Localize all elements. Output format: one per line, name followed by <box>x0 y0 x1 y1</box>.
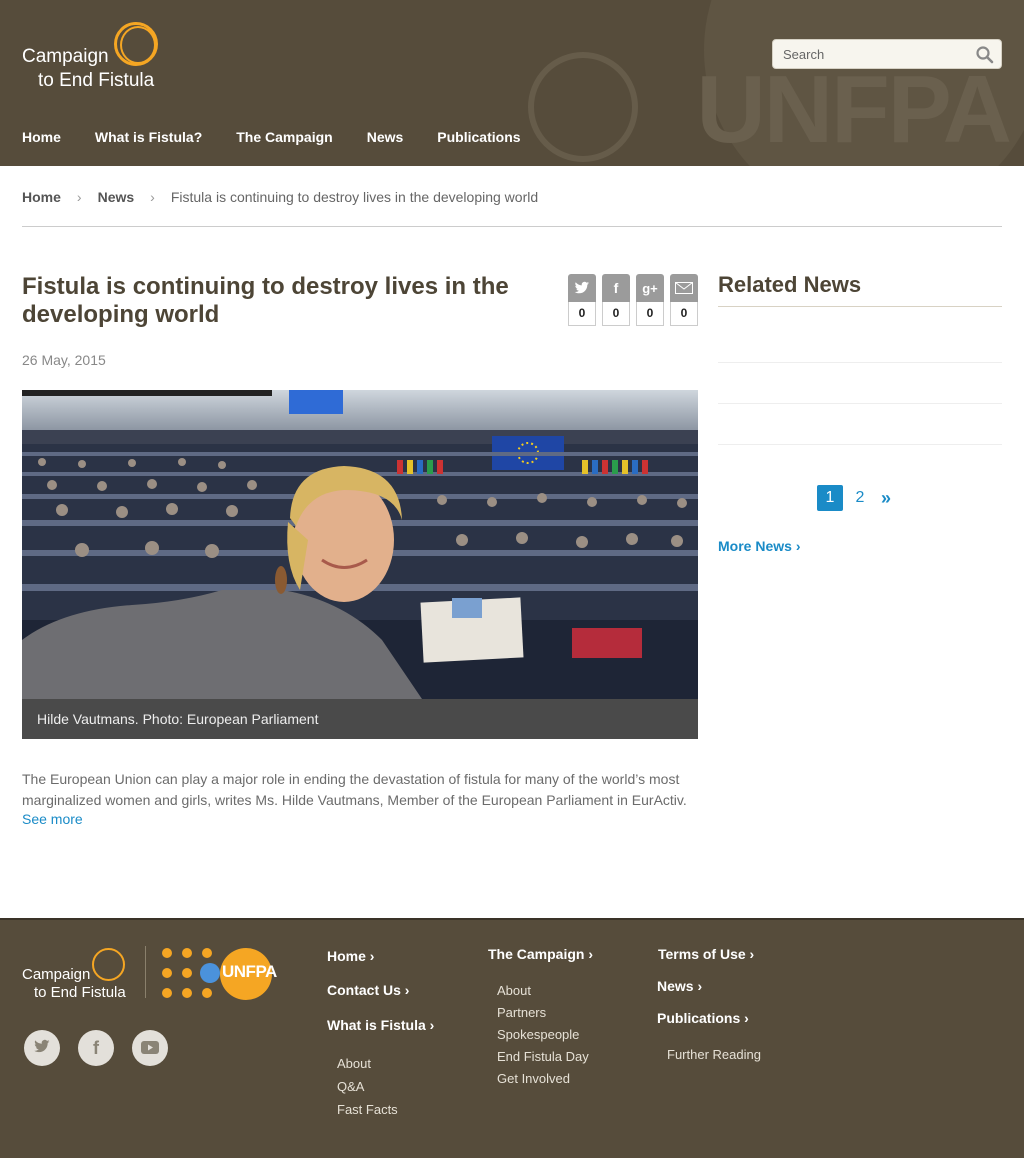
logo-ring-inner <box>120 26 156 64</box>
footer-logo[interactable]: Campaign to End Fistula <box>22 948 132 1003</box>
chevron-right-icon: › <box>150 189 155 205</box>
share-count: 0 <box>636 302 664 326</box>
search-icon[interactable] <box>975 45 995 65</box>
logo-dot <box>182 968 192 978</box>
chevron-right-icon: › <box>76 189 82 205</box>
footer-link-the-campaign[interactable]: The Campaign › <box>488 946 593 962</box>
facebook-icon: f <box>93 1037 99 1058</box>
breadcrumb-current: Fistula is continuing to destroy lives i… <box>170 189 539 205</box>
footer-link-news[interactable]: News › <box>657 978 702 994</box>
un-globe-icon <box>200 963 220 983</box>
un-emblem-decoration <box>528 52 638 162</box>
facebook-icon: f <box>602 274 630 302</box>
related-item-divider <box>718 444 1002 445</box>
divider <box>22 226 1002 227</box>
related-news-title: Related News <box>718 272 862 297</box>
nav-the-campaign[interactable]: The Campaign <box>236 129 332 145</box>
share-google-plus[interactable]: g+ 0 <box>636 274 664 326</box>
share-count: 0 <box>602 302 630 326</box>
footer-sub-fast-facts[interactable]: Fast Facts <box>337 1102 398 1117</box>
unfpa-text: UNFPA <box>222 962 277 981</box>
nav-news[interactable]: News <box>367 129 404 145</box>
footer-facebook[interactable]: f <box>78 1030 114 1066</box>
unfpa-logo[interactable]: UNFPA <box>162 946 277 1000</box>
footer-link-home[interactable]: Home › <box>327 948 374 964</box>
twitter-icon <box>568 274 596 302</box>
footer-logo-line2: to End Fistula <box>34 984 126 1001</box>
page-1[interactable]: 1 <box>817 485 843 511</box>
footer-sub-further-reading[interactable]: Further Reading <box>667 1047 761 1062</box>
logo-ring <box>92 948 125 981</box>
breadcrumb: Home › News › Fistula is continuing to d… <box>22 189 538 205</box>
nav-what-is-fistula[interactable]: What is Fistula? <box>95 129 202 145</box>
logo-dot <box>162 988 172 998</box>
footer-sub-spokespeople[interactable]: Spokespeople <box>497 1027 579 1042</box>
article-date: 26 May, 2015 <box>22 352 106 368</box>
search-box <box>772 39 1002 69</box>
footer-link-publications[interactable]: Publications › <box>657 1010 749 1026</box>
chevron-right-icon: › <box>795 538 801 554</box>
site-logo[interactable]: Campaign to End Fistula <box>22 22 182 92</box>
logo-dot <box>162 968 172 978</box>
more-news-label: More News <box>718 538 792 554</box>
divider <box>718 306 1002 307</box>
article-photo <box>22 390 698 699</box>
footer-link-what-is-fistula[interactable]: What is Fistula › <box>327 1017 434 1033</box>
related-item-divider <box>718 403 1002 404</box>
footer-logo-line1: Campaign <box>22 966 91 983</box>
footer-sub-get-involved[interactable]: Get Involved <box>497 1071 570 1086</box>
footer-link-terms[interactable]: Terms of Use › <box>658 946 754 962</box>
header-unfpa-watermark: UNFPA <box>696 56 1012 163</box>
share-twitter[interactable]: 0 <box>568 274 596 326</box>
site-header: UNFPA Campaign to End Fistula Home What … <box>0 0 1024 166</box>
nav-home[interactable]: Home <box>22 129 61 145</box>
footer-sub-about[interactable]: About <box>337 1056 371 1071</box>
logo-dot <box>162 948 172 958</box>
see-more-link[interactable]: See more <box>22 811 83 827</box>
footer-youtube[interactable] <box>132 1030 168 1066</box>
share-facebook[interactable]: f 0 <box>602 274 630 326</box>
photo-caption: Hilde Vautmans. Photo: European Parliame… <box>22 699 698 739</box>
footer-link-contact[interactable]: Contact Us › <box>327 982 409 998</box>
footer-sub-partners[interactable]: Partners <box>497 1005 546 1020</box>
related-item-divider <box>718 362 1002 363</box>
email-icon <box>670 274 698 302</box>
more-news-link[interactable]: More News › <box>718 538 800 554</box>
footer-twitter[interactable] <box>24 1030 60 1066</box>
site-footer: Campaign to End Fistula UNFPA f Home › C… <box>0 918 1024 1158</box>
twitter-icon <box>33 1038 51 1059</box>
logo-dot <box>202 988 212 998</box>
main-nav: Home What is Fistula? The Campaign News … <box>22 129 555 145</box>
logo-dot <box>202 948 212 958</box>
google-plus-icon: g+ <box>636 274 664 302</box>
logo-divider <box>145 946 146 998</box>
logo-line1: Campaign <box>22 46 109 67</box>
youtube-icon <box>141 1038 159 1059</box>
next-page-icon[interactable]: » <box>881 488 891 509</box>
share-email[interactable]: 0 <box>670 274 698 326</box>
nav-publications[interactable]: Publications <box>437 129 520 145</box>
breadcrumb-news[interactable]: News <box>98 189 135 205</box>
share-count: 0 <box>568 302 596 326</box>
footer-sub-end-fistula-day[interactable]: End Fistula Day <box>497 1049 589 1064</box>
share-buttons: 0 f 0 g+ 0 0 <box>568 274 698 326</box>
footer-sub-campaign-about[interactable]: About <box>497 983 531 998</box>
logo-dot <box>182 948 192 958</box>
share-count: 0 <box>670 302 698 326</box>
article-body: The European Union can play a major role… <box>22 771 687 808</box>
page-2[interactable]: 2 <box>847 485 873 511</box>
footer-sub-qa[interactable]: Q&A <box>337 1079 364 1094</box>
logo-line2: to End Fistula <box>38 70 155 91</box>
search-input[interactable] <box>773 40 973 68</box>
pagination: 1 2 » <box>817 485 891 511</box>
article-title: Fistula is continuing to destroy lives i… <box>22 273 509 328</box>
breadcrumb-home[interactable]: Home <box>22 189 61 205</box>
logo-dot <box>182 988 192 998</box>
